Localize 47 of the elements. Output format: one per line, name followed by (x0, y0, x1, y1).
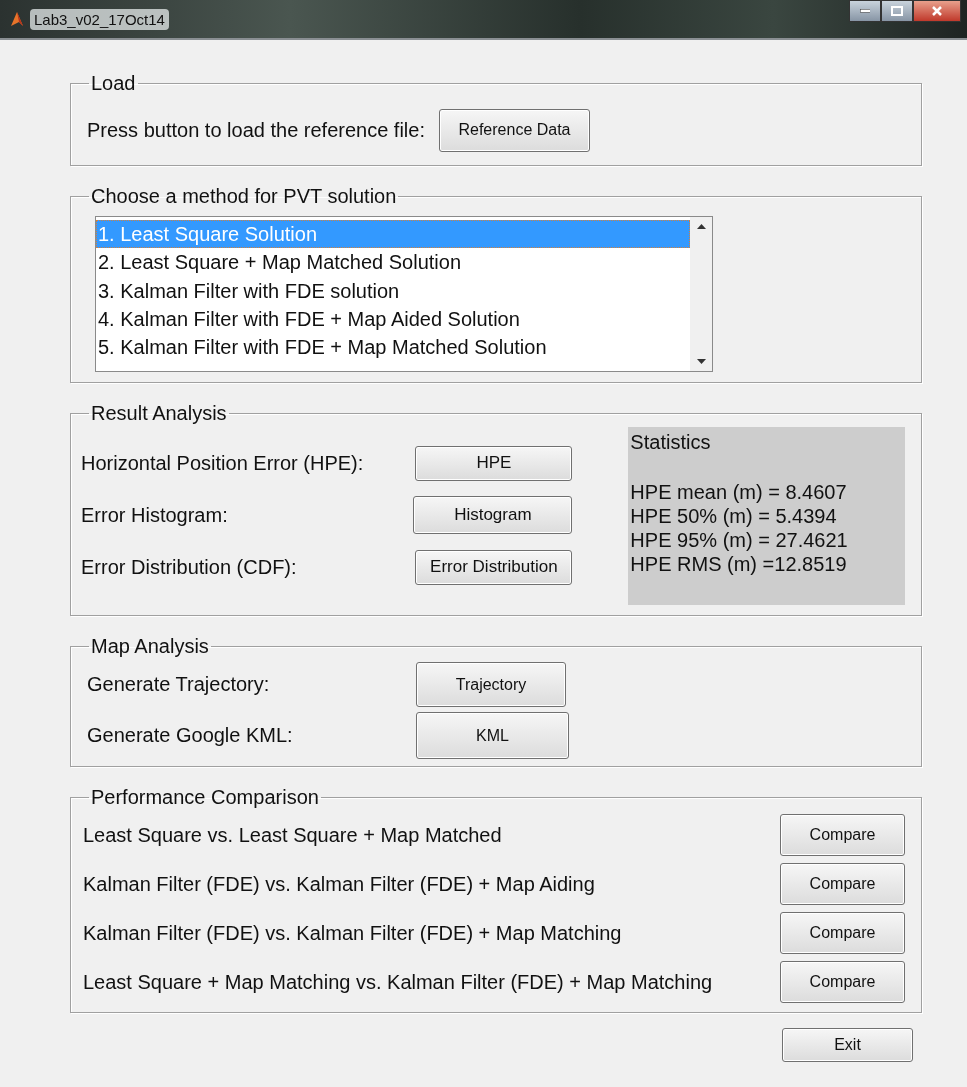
maximize-icon (891, 6, 903, 16)
reference-data-button[interactable]: Reference Data (439, 108, 590, 152)
statistic-value: HPE 50% (m) = 5.4394 (630, 504, 838, 528)
group-title: Map Analysis (90, 635, 210, 658)
analysis-button[interactable]: HPE (415, 445, 573, 481)
compare-button[interactable]: Compare (780, 814, 905, 856)
label: Error Distribution (CDF): (81, 555, 297, 579)
list-item[interactable]: 2. Least Square + Map Matched Solution (96, 248, 690, 277)
analysis-button[interactable]: Error Distribution (415, 549, 573, 585)
group-title: Choose a method for PVT solution (90, 185, 398, 208)
statistic-value: HPE mean (m) = 8.4607 (630, 480, 848, 504)
maximize-button[interactable] (881, 0, 913, 22)
list-item[interactable]: 5. Kalman Filter with FDE + Map Matched Solution (96, 333, 690, 362)
label: Horizontal Position Error (HPE): (81, 451, 364, 475)
window-title: Lab3_v02_17Oct14 (30, 8, 169, 30)
label: Kalman Filter (FDE) vs. Kalman Filter (FDE) + Map Aiding (83, 872, 595, 896)
list-item[interactable]: 4. Kalman Filter with FDE + Map Aided Solution (96, 304, 690, 334)
group-title: Result Analysis (90, 402, 228, 425)
group-title: Load (90, 72, 137, 95)
analysis-button[interactable]: Histogram (413, 496, 573, 534)
app-icon (10, 10, 24, 28)
scroll-up-icon[interactable] (696, 223, 706, 229)
label: Kalman Filter (FDE) vs. Kalman Filter (FDE) + Map Matching (83, 921, 622, 945)
statistic-value: HPE RMS (m) =12.8519 (630, 552, 848, 576)
map-button[interactable]: KML (416, 712, 569, 759)
label: Generate Google KML: (87, 724, 294, 747)
compare-button[interactable]: Compare (780, 863, 905, 905)
minimize-icon (859, 9, 871, 13)
minimize-button[interactable] (849, 0, 881, 22)
method-listbox[interactable]: 1. Least Square Solution 2. Least Square + Map Matched Solution 3. Kalman Filter with FDE solution 4. Kalman Filter with FDE + Map Aided Solution 5. Kalman Filter with FDE + Map Matched Solution (95, 216, 713, 372)
list-item[interactable]: 3. Kalman Filter with FDE solution (96, 276, 690, 305)
label: Generate Trajectory: (87, 673, 271, 696)
statistics-title: Statistics (630, 431, 712, 454)
label: Least Square vs. Least Square + Map Matched (83, 823, 502, 847)
group-title: Performance Comparison (90, 786, 320, 809)
map-button[interactable]: Trajectory (416, 662, 566, 707)
close-button[interactable] (913, 0, 961, 22)
label: Error Histogram: (81, 503, 228, 527)
statistic-value: HPE 95% (m) = 27.4621 (630, 528, 849, 552)
scroll-down-icon[interactable] (696, 359, 706, 365)
compare-button[interactable]: Compare (780, 912, 905, 954)
scrollbar[interactable] (690, 217, 712, 371)
label: Press button to load the reference file: (87, 118, 425, 142)
compare-button[interactable]: Compare (780, 961, 905, 1003)
label: Least Square + Map Matching vs. Kalman Filter (FDE) + Map Matching (83, 970, 713, 994)
close-icon (932, 6, 942, 16)
exit-button[interactable]: Exit (782, 1028, 913, 1062)
